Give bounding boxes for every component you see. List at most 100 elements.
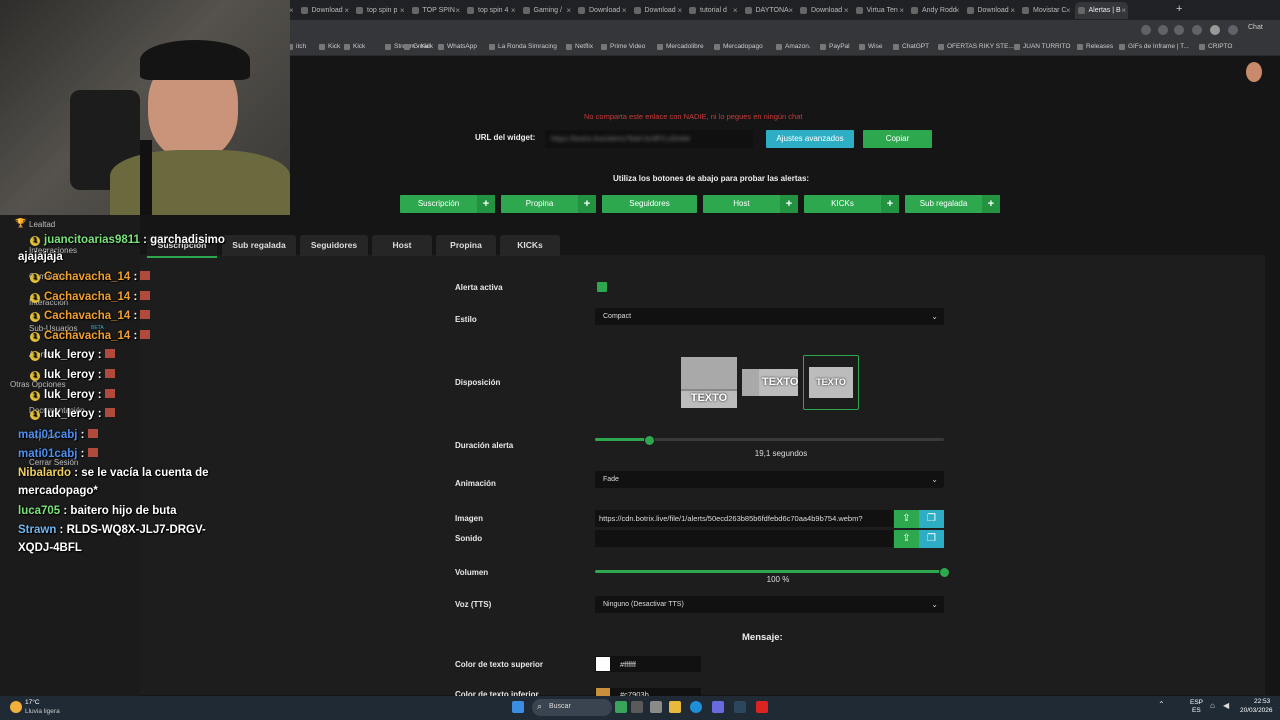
tts-select[interactable]: Ninguno (Desactivar TTS) ⌄	[595, 596, 944, 613]
browser-tab[interactable]: top spin 4 ×	[464, 2, 518, 19]
bookmark-star-icon[interactable]	[1158, 25, 1168, 35]
layout-option-compact-selected[interactable]: TEXTO	[803, 355, 859, 410]
gallery-sound-icon[interactable]: ❐	[919, 530, 944, 548]
bookmark-item[interactable]: OFERTAS RIKY STE...	[938, 43, 1014, 50]
bookmark-item[interactable]: PayPal	[820, 43, 850, 50]
bookmark-item[interactable]: Kick	[344, 43, 365, 50]
bookmark-item[interactable]: Wise	[859, 43, 882, 50]
bookmark-item[interactable]: Amazon.	[776, 43, 811, 50]
volume-slider[interactable]	[595, 567, 950, 578]
bookmark-item[interactable]: La Ronda Simracing	[489, 43, 557, 50]
bookmark-item[interactable]: CRIPTO	[1199, 43, 1232, 50]
close-tab-icon[interactable]: ×	[566, 2, 571, 19]
settings-tab[interactable]: Seguidores	[300, 235, 368, 256]
settings-tab[interactable]: Sub regalada	[222, 235, 296, 256]
browser-tab[interactable]: tutorial d ×	[686, 2, 740, 19]
bookmark-item[interactable]: WhatsApp	[438, 43, 477, 50]
alert-active-checkbox[interactable]	[597, 282, 607, 292]
profile-avatar-icon[interactable]	[1210, 25, 1220, 35]
bookmark-item[interactable]: Mercadolibre	[657, 43, 704, 50]
tray-chevron-icon[interactable]: ⌃	[1158, 700, 1165, 709]
close-tab-icon[interactable]: ×	[344, 2, 349, 19]
copy-button[interactable]: Copiar	[863, 130, 932, 148]
sidebar-item[interactable]: Lealtad	[29, 220, 55, 229]
style-select[interactable]: Compact ⌄	[595, 308, 944, 325]
close-tab-icon[interactable]: ×	[1010, 2, 1015, 19]
close-tab-icon[interactable]: ×	[955, 2, 960, 19]
browser-tab[interactable]: Gaming / ×	[520, 2, 574, 19]
bottom-color-field[interactable]: #c7903b	[595, 688, 701, 696]
taskbar-app-icon[interactable]	[756, 701, 768, 713]
image-url-input[interactable]: https://cdn.botrix.live/file/1/alerts/50…	[595, 510, 893, 527]
upload-image-icon[interactable]: ⇪	[894, 510, 919, 528]
close-tab-icon[interactable]: ×	[1121, 2, 1126, 19]
bookmark-item[interactable]: Prime Video	[601, 43, 645, 50]
settings-tab[interactable]: KICKs	[500, 235, 560, 256]
close-tab-icon[interactable]: ×	[844, 2, 849, 19]
close-tab-icon[interactable]: ×	[455, 2, 460, 19]
duration-slider-knob[interactable]	[644, 435, 655, 446]
top-color-swatch[interactable]	[596, 657, 610, 671]
browser-tab[interactable]: Download ×	[298, 2, 352, 19]
top-color-field[interactable]: #ffffff	[595, 656, 701, 672]
new-tab-button[interactable]: +	[1176, 3, 1182, 15]
chat-button[interactable]: Chat	[1248, 24, 1263, 31]
browser-tab[interactable]: Download ×	[631, 2, 685, 19]
close-tab-icon[interactable]: ×	[677, 2, 682, 19]
browser-tab[interactable]: DAYTONA ×	[742, 2, 796, 19]
widget-url-input[interactable]: https://botrix.live/alerts?bid=3r4lPCu5h…	[545, 130, 753, 148]
test-alert-button[interactable]: Sub regalada +	[905, 195, 1000, 213]
test-alert-button[interactable]: Propina +	[501, 195, 596, 213]
browser-tab[interactable]: TOP SPIN ×	[409, 2, 463, 19]
close-tab-icon[interactable]: ×	[788, 2, 793, 19]
user-avatar[interactable]	[1246, 62, 1262, 82]
browser-tab[interactable]: Andy Rodd ×	[908, 2, 962, 19]
browser-tab[interactable]: Virtua Ten ×	[853, 2, 907, 19]
windows-start-icon[interactable]	[512, 701, 524, 713]
close-tab-icon[interactable]: ×	[1066, 2, 1071, 19]
duration-slider[interactable]	[595, 435, 944, 446]
steam-icon[interactable]	[734, 701, 746, 713]
close-tab-icon[interactable]: ×	[400, 2, 405, 19]
gallery-image-icon[interactable]: ❐	[919, 510, 944, 528]
clock-time[interactable]: 22:53	[1254, 698, 1270, 705]
test-alert-button[interactable]: KICKs +	[804, 195, 899, 213]
extensions-icon[interactable]	[1141, 25, 1151, 35]
browser-tab[interactable]: Download ×	[797, 2, 851, 19]
taskbar-search[interactable]: ⌕ Buscar	[532, 699, 612, 716]
browser-tab[interactable]: Download ×	[575, 2, 629, 19]
close-tab-icon[interactable]: ×	[733, 2, 738, 19]
favorites-icon[interactable]	[1174, 25, 1184, 35]
browser-tab[interactable]: top spin p ×	[353, 2, 407, 19]
close-tab-icon[interactable]: ×	[511, 2, 516, 19]
test-alert-button[interactable]: Suscripción +	[400, 195, 495, 213]
close-tab-icon[interactable]: ×	[622, 2, 627, 19]
browser-tab[interactable]: Download ×	[964, 2, 1018, 19]
file-explorer-icon[interactable]	[669, 701, 681, 713]
close-tab-icon[interactable]: ×	[899, 2, 904, 19]
taskbar-app-icon[interactable]	[631, 701, 643, 713]
layout-option-image-left[interactable]: TEXTO	[742, 369, 798, 396]
bottom-color-swatch[interactable]	[596, 688, 610, 696]
bookmark-item[interactable]: Netflix	[566, 43, 593, 50]
test-alert-button[interactable]: Host +	[703, 195, 798, 213]
edge-icon[interactable]	[690, 701, 702, 713]
discord-icon[interactable]	[712, 701, 724, 713]
bookmark-item[interactable]: Kick	[319, 43, 340, 50]
bookmark-item[interactable]: Releases	[1077, 43, 1113, 50]
clock-date[interactable]: 20/03/2026	[1240, 707, 1273, 714]
settings-tab[interactable]: Propina	[436, 235, 496, 256]
download-icon[interactable]	[1192, 25, 1202, 35]
volume-icon[interactable]: ◀	[1223, 701, 1229, 710]
bookmark-item[interactable]: JUAN TURRITO	[1014, 43, 1070, 50]
animation-select[interactable]: Fade ⌄	[595, 471, 944, 488]
advanced-settings-button[interactable]: Ajustes avanzados	[766, 130, 854, 148]
layout-option-image-top[interactable]: TEXTO	[681, 357, 737, 408]
upload-sound-icon[interactable]: ⇪	[894, 530, 919, 548]
bookmark-item[interactable]: GIFs de Inframe | T...	[1119, 43, 1189, 50]
browser-tab[interactable]: Alertas | B ×	[1074, 2, 1128, 19]
more-menu-icon[interactable]	[1228, 25, 1238, 35]
sound-url-input[interactable]	[595, 530, 893, 547]
settings-tab[interactable]: Host	[372, 235, 432, 256]
bookmark-item[interactable]: Mercadopago	[714, 43, 763, 50]
